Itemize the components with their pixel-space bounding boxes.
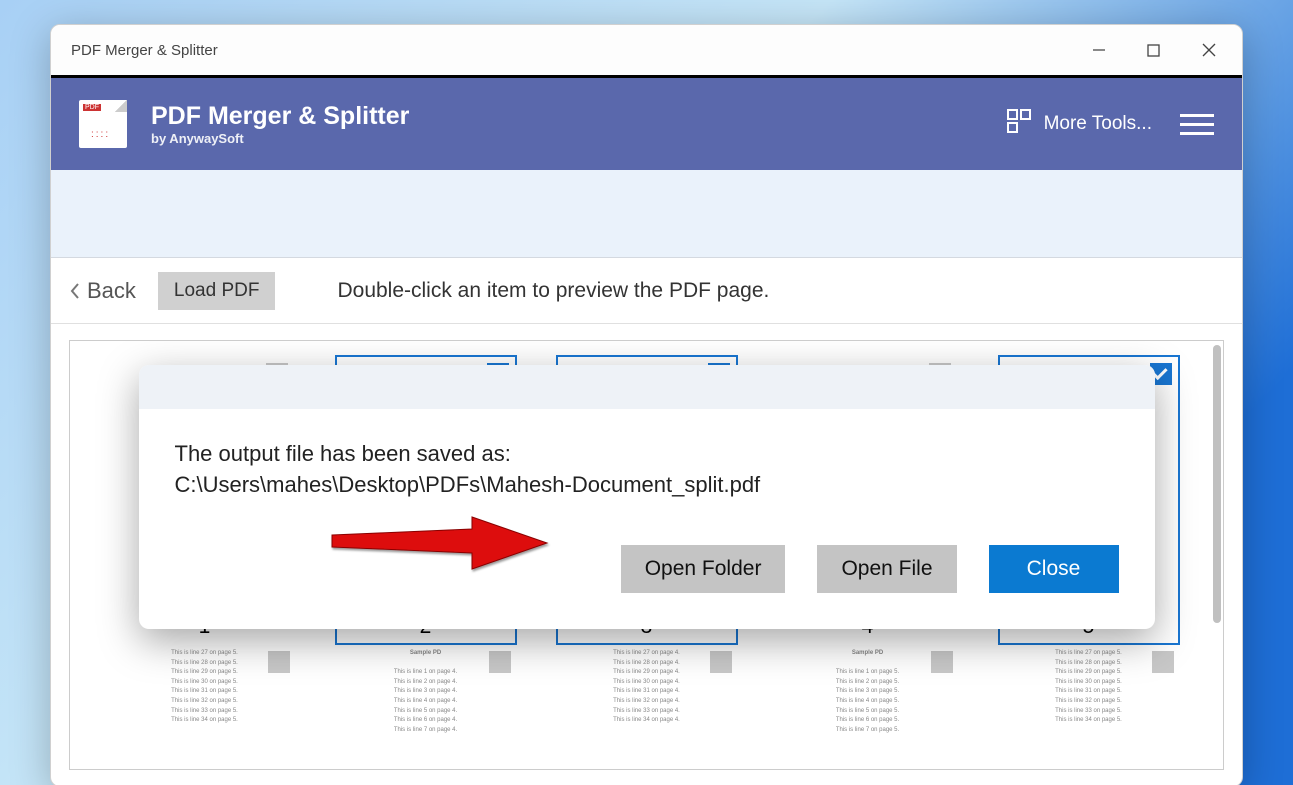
back-label: Back (87, 278, 136, 304)
more-tools-label: More Tools... (1044, 113, 1152, 135)
app-header: PDF :::: PDF Merger & Splitter by Anyway… (51, 75, 1242, 170)
open-folder-button[interactable]: Open Folder (621, 545, 786, 593)
close-icon (1202, 43, 1216, 57)
app-window: PDF Merger & Splitter PDF :::: PDF Merge… (50, 24, 1243, 785)
window-title: PDF Merger & Splitter (71, 42, 218, 59)
app-subtitle: by AnywaySoft (151, 131, 409, 146)
more-tools-button[interactable]: More Tools... (1006, 108, 1152, 140)
app-title: PDF Merger & Splitter (151, 102, 409, 131)
dialog-header (139, 365, 1155, 409)
minimize-icon (1092, 43, 1106, 57)
toolbar-hint: Double-click an item to preview the PDF … (337, 279, 769, 303)
dialog-message: The output file has been saved as: C:\Us… (175, 439, 1119, 501)
hamburger-icon (1180, 114, 1214, 117)
close-button[interactable]: Close (989, 545, 1119, 593)
window-controls (1071, 31, 1236, 69)
grid-icon (1006, 108, 1032, 140)
thumbnail-panel: 1 2 3 4 5 (69, 340, 1224, 770)
dots-icon: :::: (91, 129, 110, 140)
maximize-icon (1147, 44, 1160, 57)
dialog-message-line2: C:\Users\mahes\Desktop\PDFs\Mahesh-Docum… (175, 470, 1119, 501)
toolbar: Back Load PDF Double-click an item to pr… (51, 258, 1242, 324)
dialog-overlay: The output file has been saved as: C:\Us… (70, 341, 1223, 769)
pdf-badge-icon: PDF (83, 104, 101, 111)
menu-button[interactable] (1180, 114, 1214, 135)
banner-area (51, 170, 1242, 258)
load-pdf-button[interactable]: Load PDF (158, 272, 276, 310)
close-window-button[interactable] (1181, 31, 1236, 69)
dialog-message-line1: The output file has been saved as: (175, 439, 1119, 470)
back-button[interactable]: Back (69, 278, 136, 304)
app-logo: PDF :::: (79, 100, 127, 148)
app-title-block: PDF Merger & Splitter by AnywaySoft (151, 102, 409, 146)
titlebar: PDF Merger & Splitter (51, 25, 1242, 75)
open-file-button[interactable]: Open File (817, 545, 956, 593)
save-confirmation-dialog: The output file has been saved as: C:\Us… (139, 365, 1155, 629)
minimize-button[interactable] (1071, 31, 1126, 69)
maximize-button[interactable] (1126, 31, 1181, 69)
chevron-left-icon (69, 282, 81, 300)
